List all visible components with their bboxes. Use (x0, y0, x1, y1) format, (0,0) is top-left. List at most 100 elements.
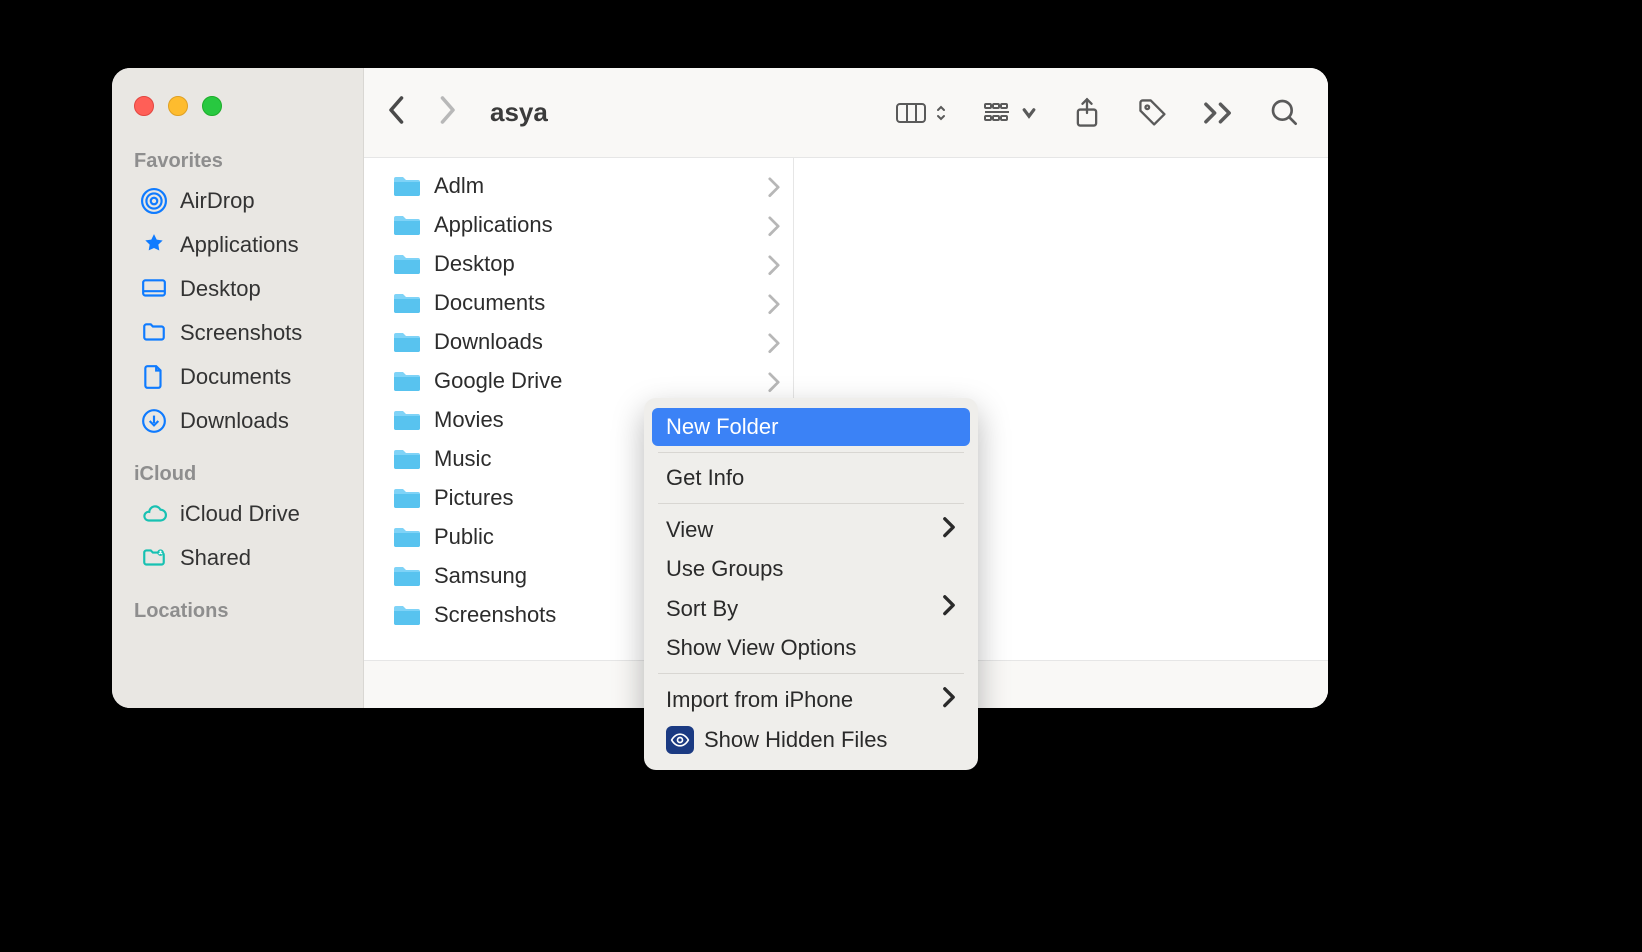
folder-icon (392, 524, 422, 550)
sidebar-item-label: Screenshots (180, 320, 302, 346)
close-window-button[interactable] (134, 96, 154, 116)
view-columns-button[interactable] (890, 92, 954, 134)
list-item-label: Documents (434, 290, 767, 316)
menu-item[interactable]: New Folder (652, 408, 970, 446)
folder-icon (392, 290, 422, 316)
menu-separator (658, 452, 964, 453)
menu-item[interactable]: Import from iPhone (652, 680, 970, 720)
forward-button[interactable] (436, 95, 458, 130)
chevron-right-icon (767, 332, 781, 352)
menu-item[interactable]: Sort By (652, 588, 970, 628)
menu-separator (658, 503, 964, 504)
list-item-label: Adlm (434, 173, 767, 199)
search-button[interactable] (1264, 92, 1306, 134)
sidebar-section-locations: Locations (112, 590, 363, 639)
downloads-icon (140, 407, 168, 435)
folder-icon (392, 563, 422, 589)
list-item-label: Downloads (434, 329, 767, 355)
list-item-label: Desktop (434, 251, 767, 277)
folder-icon (392, 251, 422, 277)
folder-icon (392, 602, 422, 628)
nav-arrows (386, 95, 458, 130)
shared-folder-icon (140, 544, 168, 572)
menu-separator (658, 673, 964, 674)
sidebar-item-desktop[interactable]: Desktop (134, 267, 349, 311)
menu-item-label: New Folder (666, 414, 956, 440)
menu-item-label: View (666, 517, 942, 543)
folder-icon (392, 407, 422, 433)
sidebar-header-favorites: Favorites (134, 140, 349, 179)
menu-item-label: Get Info (666, 465, 956, 491)
sidebar-item-label: AirDrop (180, 188, 255, 214)
folder-icon (392, 368, 422, 394)
sidebar-item-label: Applications (180, 232, 299, 258)
more-button[interactable] (1198, 92, 1240, 134)
folder-icon (392, 485, 422, 511)
menu-item[interactable]: Show View Options (652, 629, 970, 667)
applications-icon (140, 231, 168, 259)
sidebar-item-shared[interactable]: Shared (134, 536, 349, 580)
sidebar-header-locations: Locations (134, 590, 349, 629)
sidebar-item-icloud-drive[interactable]: iCloud Drive (134, 492, 349, 536)
sidebar-section-favorites: Favorites AirDrop Applications Desktop (112, 140, 363, 453)
sidebar-item-screenshots[interactable]: Screenshots (134, 311, 349, 355)
back-button[interactable] (386, 95, 408, 130)
page-title: asya (490, 97, 548, 128)
tags-button[interactable] (1132, 92, 1174, 134)
chevron-right-icon (767, 293, 781, 313)
menu-item[interactable]: View (652, 510, 970, 550)
menu-item-label: Import from iPhone (666, 687, 942, 713)
chevron-right-icon (767, 176, 781, 196)
sidebar-item-applications[interactable]: Applications (134, 223, 349, 267)
chevron-right-icon (942, 594, 956, 622)
folder-icon (392, 212, 422, 238)
list-item-label: Applications (434, 212, 767, 238)
sidebar-item-label: Desktop (180, 276, 261, 302)
chevron-right-icon (767, 215, 781, 235)
sidebar-section-icloud: iCloud iCloud Drive Shared (112, 453, 363, 590)
sidebar-item-airdrop[interactable]: AirDrop (134, 179, 349, 223)
sidebar: Favorites AirDrop Applications Desktop (112, 68, 364, 708)
cloud-icon (140, 500, 168, 528)
sidebar-item-documents[interactable]: Documents (134, 355, 349, 399)
sidebar-item-label: Documents (180, 364, 291, 390)
sidebar-item-label: Downloads (180, 408, 289, 434)
window-controls (112, 88, 363, 140)
sidebar-header-icloud: iCloud (134, 453, 349, 492)
eye-icon (666, 726, 694, 754)
folder-icon (140, 319, 168, 347)
desktop-icon (140, 275, 168, 303)
chevron-right-icon (942, 686, 956, 714)
context-menu: New Folder Get Info View Use Groups Sort By S… (644, 398, 978, 770)
zoom-window-button[interactable] (202, 96, 222, 116)
sidebar-item-label: Shared (180, 545, 251, 571)
toolbar: asya (364, 68, 1328, 158)
sidebar-item-label: iCloud Drive (180, 501, 300, 527)
list-item[interactable]: Desktop (364, 244, 793, 283)
share-button[interactable] (1066, 92, 1108, 134)
chevron-right-icon (942, 516, 956, 544)
list-item[interactable]: Adlm (364, 166, 793, 205)
menu-item-label: Use Groups (666, 556, 956, 582)
menu-item-label: Show View Options (666, 635, 956, 661)
menu-item[interactable]: Show Hidden Files (652, 720, 970, 760)
airdrop-icon (140, 187, 168, 215)
minimize-window-button[interactable] (168, 96, 188, 116)
group-by-button[interactable] (978, 92, 1042, 134)
list-item[interactable]: Google Drive (364, 361, 793, 400)
chevron-right-icon (767, 371, 781, 391)
list-item[interactable]: Applications (364, 205, 793, 244)
folder-icon (392, 446, 422, 472)
list-item-label: Google Drive (434, 368, 767, 394)
menu-item[interactable]: Use Groups (652, 550, 970, 588)
folder-icon (392, 173, 422, 199)
folder-icon (392, 329, 422, 355)
menu-item-label: Show Hidden Files (704, 727, 956, 753)
document-icon (140, 363, 168, 391)
list-item[interactable]: Documents (364, 283, 793, 322)
list-item[interactable]: Downloads (364, 322, 793, 361)
chevron-right-icon (767, 254, 781, 274)
menu-item-label: Sort By (666, 596, 942, 622)
menu-item[interactable]: Get Info (652, 459, 970, 497)
sidebar-item-downloads[interactable]: Downloads (134, 399, 349, 443)
